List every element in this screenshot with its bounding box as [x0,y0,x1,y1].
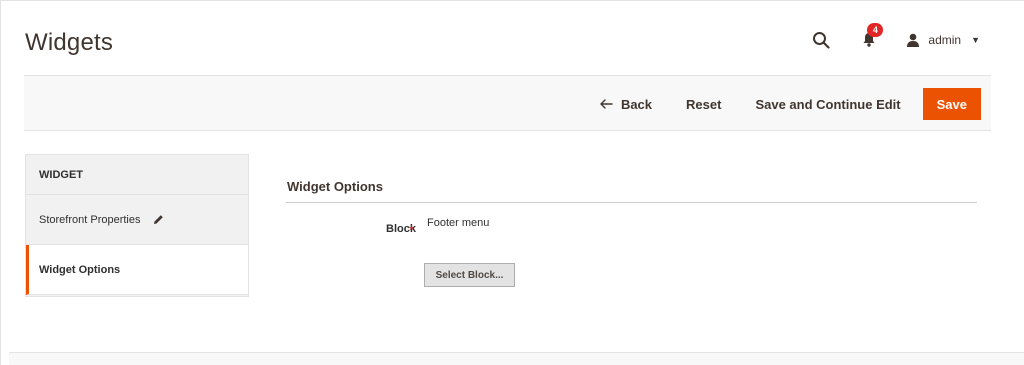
required-indicator: * [409,223,414,237]
header-actions: 4 admin ▼ [810,23,980,51]
save-and-continue-button[interactable]: Save and Continue Edit [738,88,917,120]
select-block-button[interactable]: Select Block... [424,263,515,287]
widget-edit-page: Widgets 4 admin ▼ Back Reset Save and Co… [0,0,1024,365]
tab-storefront-properties[interactable]: Storefront Properties [26,195,248,245]
search-icon[interactable] [810,29,832,51]
notification-count-badge: 4 [867,23,884,37]
pencil-icon [153,215,163,224]
tab-widget-options[interactable]: Widget Options [26,245,248,295]
section-divider [286,202,977,203]
chevron-down-icon: ▼ [971,35,980,45]
widget-tabs-sidebar: WIDGET Storefront Properties Widget Opti… [25,154,249,297]
user-icon [907,33,920,47]
page-title: Widgets [25,29,114,56]
back-button[interactable]: Back [583,88,669,120]
sidebar-title: WIDGET [26,155,248,195]
notifications-button[interactable]: 4 [858,23,884,51]
user-menu[interactable]: admin ▼ [906,33,980,47]
page-actions-toolbar: Back Reset Save and Continue Edit Save [24,75,991,131]
back-label: Back [620,96,653,112]
arrow-left-icon [600,99,613,109]
sidebar-item-label: Widget Options [39,263,121,276]
footer-bar [9,352,1024,365]
sidebar-item-label: Storefront Properties [39,213,141,226]
save-button[interactable]: Save [922,88,981,120]
toolbar-buttons: Back Reset Save and Continue Edit Save [583,88,981,120]
reset-button[interactable]: Reset [669,88,738,120]
block-field-value: Footer menu [427,217,490,229]
user-name: admin [928,33,962,47]
section-title: Widget Options [287,179,383,194]
